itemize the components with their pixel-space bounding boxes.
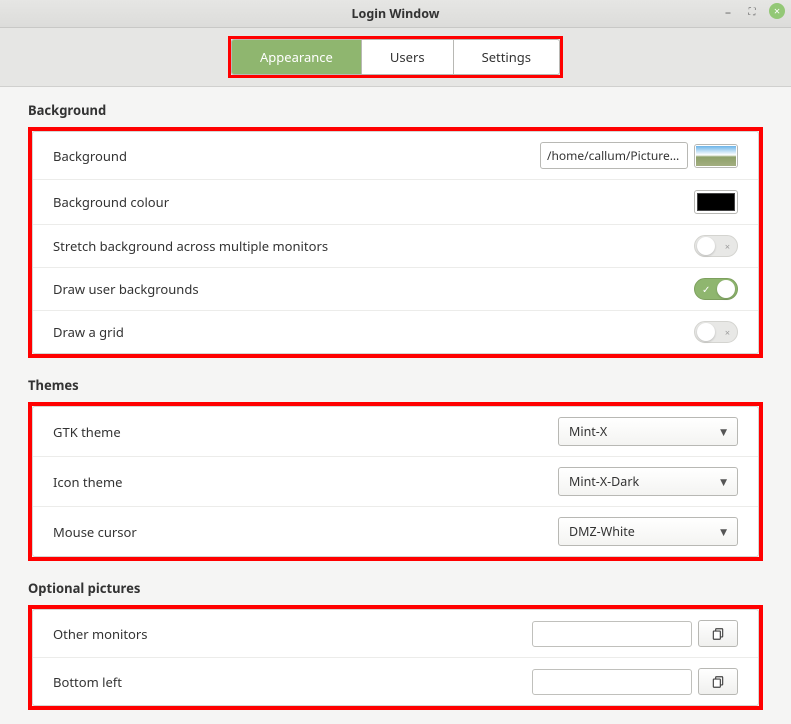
row-bottom-left: Bottom left bbox=[33, 658, 758, 705]
tab-settings[interactable]: Settings bbox=[454, 40, 559, 74]
content-area: Background Background /home/callum/Pictu… bbox=[0, 87, 791, 724]
background-colour-button[interactable] bbox=[694, 190, 738, 214]
other-monitors-browse-button[interactable] bbox=[698, 620, 738, 647]
row-mouse-cursor: Mouse cursor DMZ-White ▼ bbox=[33, 507, 758, 556]
browse-icon bbox=[711, 627, 725, 641]
panel-themes: GTK theme Mint-X ▼ Icon theme Mint-X-Dar… bbox=[32, 406, 759, 557]
gtk-theme-value: Mint-X bbox=[569, 423, 607, 440]
mouse-cursor-value: DMZ-White bbox=[569, 523, 635, 540]
bottom-left-input[interactable] bbox=[532, 669, 692, 695]
stretch-toggle[interactable]: × bbox=[694, 235, 738, 257]
draw-grid-toggle[interactable]: × bbox=[694, 321, 738, 343]
chevron-down-icon: ▼ bbox=[720, 475, 727, 488]
bottom-left-browse-button[interactable] bbox=[698, 668, 738, 695]
row-other-monitors: Other monitors bbox=[33, 610, 758, 658]
label-background-colour: Background colour bbox=[53, 193, 169, 211]
tab-appearance[interactable]: Appearance bbox=[232, 40, 362, 74]
minimize-button[interactable]: – bbox=[721, 4, 735, 18]
background-path-input[interactable]: /home/callum/Pictures/ca bbox=[540, 142, 688, 169]
gtk-theme-dropdown[interactable]: Mint-X ▼ bbox=[558, 417, 738, 446]
label-gtk-theme: GTK theme bbox=[53, 423, 121, 441]
section-title-optional: Optional pictures bbox=[28, 579, 763, 597]
section-title-themes: Themes bbox=[28, 376, 763, 394]
mouse-cursor-dropdown[interactable]: DMZ-White ▼ bbox=[558, 517, 738, 546]
chevron-down-icon: ▼ bbox=[720, 525, 727, 538]
label-icon-theme: Icon theme bbox=[53, 473, 122, 491]
panel-optional: Other monitors Bottom left bbox=[32, 609, 759, 706]
label-draw-grid: Draw a grid bbox=[53, 323, 124, 341]
tab-users[interactable]: Users bbox=[362, 40, 454, 74]
row-background-colour: Background colour bbox=[33, 180, 758, 225]
icon-theme-value: Mint-X-Dark bbox=[569, 473, 639, 490]
label-background: Background bbox=[53, 147, 127, 165]
row-draw-grid: Draw a grid × bbox=[33, 311, 758, 353]
row-draw-user: Draw user backgrounds ✓ bbox=[33, 268, 758, 311]
background-thumbnail-button[interactable] bbox=[694, 144, 738, 168]
label-mouse-cursor: Mouse cursor bbox=[53, 523, 137, 541]
draw-user-toggle[interactable]: ✓ bbox=[694, 278, 738, 300]
label-bottom-left: Bottom left bbox=[53, 673, 122, 691]
titlebar: Login Window – ⛶ × bbox=[0, 0, 791, 28]
close-button[interactable]: × bbox=[769, 3, 785, 19]
chevron-down-icon: ▼ bbox=[720, 425, 727, 438]
maximize-button[interactable]: ⛶ bbox=[745, 4, 759, 18]
icon-theme-dropdown[interactable]: Mint-X-Dark ▼ bbox=[558, 467, 738, 496]
window-title: Login Window bbox=[352, 5, 440, 22]
window-controls: – ⛶ × bbox=[721, 3, 785, 19]
row-gtk-theme: GTK theme Mint-X ▼ bbox=[33, 407, 758, 457]
panel-background: Background /home/callum/Pictures/ca Back… bbox=[32, 131, 759, 354]
label-stretch: Stretch background across multiple monit… bbox=[53, 237, 328, 255]
browse-icon bbox=[711, 675, 725, 689]
other-monitors-input[interactable] bbox=[532, 621, 692, 647]
row-background: Background /home/callum/Pictures/ca bbox=[33, 132, 758, 180]
tab-bar: Appearance Users Settings bbox=[0, 28, 791, 87]
row-stretch: Stretch background across multiple monit… bbox=[33, 225, 758, 268]
section-title-background: Background bbox=[28, 101, 763, 119]
row-icon-theme: Icon theme Mint-X-Dark ▼ bbox=[33, 457, 758, 507]
label-other-monitors: Other monitors bbox=[53, 625, 148, 643]
label-draw-user: Draw user backgrounds bbox=[53, 280, 199, 298]
